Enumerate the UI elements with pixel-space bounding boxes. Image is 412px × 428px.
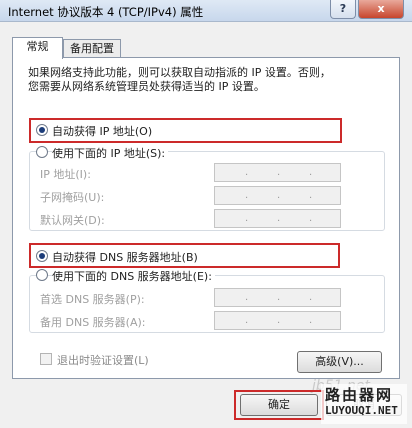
dns-manual-label[interactable]: 使用下面的 DNS 服务器地址(E): [52,268,215,284]
advanced-button[interactable]: 高级(V)... [297,351,382,373]
help-button[interactable]: ? [330,0,356,19]
ok-button[interactable]: 确定 [240,394,318,416]
watermark-cn: 路由器网 [325,386,394,404]
preferred-dns-label: 首选 DNS 服务器(P): [40,293,145,306]
subnet-mask-field[interactable]: ... [214,186,341,205]
dns-auto-radio[interactable] [36,250,48,262]
alternate-dns-field[interactable]: ... [214,311,341,330]
ip-address-label: IP 地址(I): [40,168,91,181]
tab-general[interactable]: 常规 [12,37,63,59]
watermark-logo: 路由器网 LUYOUQI.NET [321,384,407,424]
description-line-2: 您需要从网络系统管理员处获得适当的 IP 设置。 [28,80,265,93]
dns-auto-label[interactable]: 自动获得 DNS 服务器地址(B) [52,249,198,265]
default-gateway-label: 默认网关(D): [40,214,105,227]
watermark-en: LUYOUQI.NET [325,404,398,417]
default-gateway-field[interactable]: ... [214,209,341,228]
ip-manual-label[interactable]: 使用下面的 IP 地址(S): [52,145,169,161]
dns-manual-radio[interactable] [36,269,48,281]
subnet-mask-label: 子网掩码(U): [40,191,105,204]
ip-auto-radio[interactable] [36,124,48,136]
validate-label[interactable]: 退出时验证设置(L) [57,352,149,368]
ip-address-field[interactable]: ... [214,163,341,182]
tab-alternate-config[interactable]: 备用配置 [63,39,121,59]
ip-auto-label[interactable]: 自动获得 IP 地址(O) [52,123,152,139]
alternate-dns-label: 备用 DNS 服务器(A): [40,316,146,329]
validate-checkbox[interactable] [40,353,52,365]
title-bar: Internet 协议版本 4 (TCP/IPv4) 属性 ? x [0,0,412,22]
close-button[interactable]: x [358,0,404,19]
ip-manual-radio[interactable] [36,146,48,158]
preferred-dns-field[interactable]: ... [214,288,341,307]
description-line-1: 如果网络支持此功能，则可以获取自动指派的 IP 设置。否则， [28,66,331,79]
window-title: Internet 协议版本 4 (TCP/IPv4) 属性 [8,5,204,19]
description: 如果网络支持此功能，则可以获取自动指派的 IP 设置。否则， 您需要从网络系统管… [28,66,368,94]
